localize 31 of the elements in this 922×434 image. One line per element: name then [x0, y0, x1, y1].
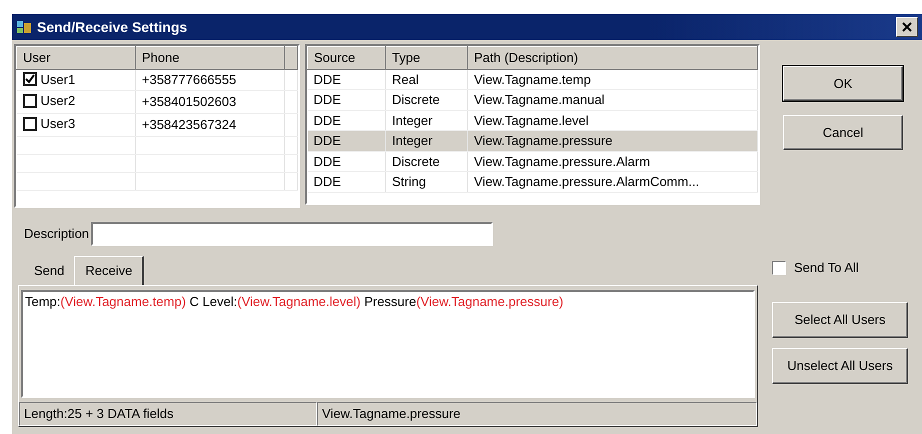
phone-cell: +358777666555	[135, 69, 284, 90]
cancel-button[interactable]: Cancel	[783, 115, 903, 150]
phone-column-header[interactable]: Phone	[135, 46, 284, 69]
source-column-header[interactable]: Source	[308, 46, 386, 69]
send-to-all-checkbox[interactable]: Send To All	[772, 258, 908, 278]
tab[interactable]: Receive	[74, 256, 144, 284]
user-checkbox[interactable]: User1	[22, 70, 76, 89]
select-all-users-button[interactable]: Select All Users	[772, 302, 908, 338]
check-icon	[24, 74, 34, 84]
phone-cell: +358423567324	[135, 114, 284, 137]
status-length: Length:25 + 3 DATA fields	[19, 402, 317, 426]
status-path: View.Tagname.pressure	[317, 402, 757, 426]
unselect-all-users-button[interactable]: Unselect All Users	[772, 348, 908, 384]
tag-row[interactable]: DDE String View.Tagname.pressure.AlarmComm...	[308, 172, 758, 192]
user-column-header[interactable]: User	[16, 46, 136, 69]
tag-row[interactable]: DDE Real View.Tagname.temp	[308, 69, 758, 90]
ok-button[interactable]: OK	[783, 66, 903, 101]
close-icon	[902, 22, 912, 32]
window-title: Send/Receive Settings	[37, 18, 188, 37]
message-text[interactable]: Temp:(View.Tagname.temp) C Level:(View.Tagname.level) Pressure(View.Tagname.pressure)	[21, 290, 755, 398]
close-button[interactable]	[896, 17, 918, 37]
tag-row[interactable]: DDE Discrete View.Tagname.manual	[308, 90, 758, 110]
type-column-header[interactable]: Type	[386, 46, 468, 69]
phone-cell: +358401502603	[135, 90, 284, 114]
description-field[interactable]	[91, 222, 494, 246]
user-checkbox[interactable]: User3	[22, 114, 76, 134]
tag-row[interactable]: DDE Discrete View.Tagname.pressure.Alarm	[308, 151, 758, 172]
user-checkbox[interactable]: User2	[22, 90, 76, 110]
app-icon	[16, 19, 32, 35]
path-column-header[interactable]: Path (Description)	[468, 46, 758, 69]
description-label: Description	[24, 225, 90, 244]
